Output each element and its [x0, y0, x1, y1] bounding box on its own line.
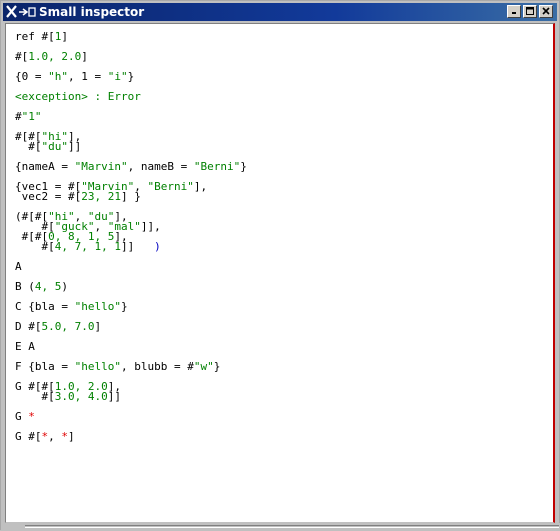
- value-line[interactable]: D #[5.0, 7.0]: [15, 320, 102, 333]
- value-line[interactable]: G #[*, *]: [15, 430, 75, 443]
- syntax-token: ,: [48, 430, 62, 443]
- value-line[interactable]: #"1": [15, 110, 42, 123]
- literal-token: 1.0, 2.0: [28, 50, 82, 63]
- syntax-token: ): [154, 240, 161, 253]
- syntax-token: E A: [15, 340, 35, 353]
- syntax-token: ] }: [120, 190, 141, 203]
- value-line[interactable]: ref #[1]: [15, 30, 68, 43]
- value-line[interactable]: A: [15, 260, 22, 273]
- syntax-token: ]]: [68, 140, 82, 153]
- value-line[interactable]: F {bla = "hello", blubb = #"w"}: [15, 360, 221, 373]
- value-line[interactable]: G *: [15, 410, 35, 423]
- literal-token: "du": [41, 140, 69, 153]
- syntax-token: ]]: [107, 390, 121, 403]
- value-line[interactable]: <exception> : Error: [15, 90, 141, 103]
- resize-edge[interactable]: [25, 525, 559, 528]
- error-token: *: [61, 430, 68, 443]
- value-line[interactable]: #[1.0, 2.0]: [15, 50, 88, 63]
- value-line[interactable]: #[3.0, 4.0]]: [15, 390, 121, 403]
- syntax-token: ],: [193, 180, 208, 193]
- value-line[interactable]: B (4, 5): [15, 280, 68, 293]
- close-button[interactable]: [539, 5, 553, 18]
- syntax-token: ref #[: [15, 30, 55, 43]
- literal-token: "Marvin": [74, 160, 128, 173]
- syntax-token: D #[: [15, 320, 42, 333]
- syntax-token: #[: [15, 390, 55, 403]
- value-line[interactable]: {nameA = "Marvin", nameB = "Berni"}: [15, 160, 247, 173]
- syntax-token: G #[: [15, 430, 42, 443]
- syntax-token: , blubb = #: [120, 360, 194, 373]
- error-token: *: [28, 410, 35, 423]
- value-line[interactable]: E A: [15, 340, 35, 353]
- syntax-token: ]: [61, 30, 68, 43]
- syntax-token: {0 =: [15, 70, 49, 83]
- inspector-content[interactable]: ref #[1] #[1.0, 2.0] {0 = "h", 1 = "i"} <ex…: [5, 23, 555, 523]
- title-bar[interactable]: Small inspector: [3, 3, 557, 21]
- syntax-token: ]]: [120, 240, 155, 253]
- value-line[interactable]: #["du"]]: [15, 140, 82, 153]
- literal-token: "1": [21, 110, 42, 123]
- literal-token: "h": [48, 70, 68, 83]
- window-menu-icon[interactable]: [5, 4, 37, 20]
- value-line[interactable]: C {bla = "hello"}: [15, 300, 128, 313]
- syntax-token: ): [61, 280, 68, 293]
- maximize-button[interactable]: [523, 5, 537, 18]
- syntax-token: vec2 = #[: [15, 190, 82, 203]
- literal-token: "hello": [74, 360, 121, 373]
- literal-token: "hello": [74, 300, 121, 313]
- syntax-token: , nameB =: [127, 160, 194, 173]
- syntax-token: G: [15, 410, 29, 423]
- syntax-token: #: [15, 110, 22, 123]
- syntax-token: #[: [15, 50, 29, 63]
- syntax-token: {nameA =: [15, 160, 75, 173]
- literal-token: 4, 7, 1, 1: [54, 240, 121, 253]
- syntax-token: }: [120, 300, 128, 313]
- syntax-token: #[: [15, 140, 42, 153]
- syntax-token: ]: [81, 50, 88, 63]
- literal-token: 4, 5: [34, 280, 62, 293]
- syntax-token: #[: [15, 240, 55, 253]
- value-line[interactable]: {0 = "h", 1 = "i"}: [15, 70, 135, 83]
- syntax-token: ]: [94, 320, 102, 333]
- syntax-token: F {bla =: [15, 360, 75, 373]
- literal-token: "i": [107, 70, 128, 83]
- value-line[interactable]: #[4, 7, 1, 1]] ): [15, 240, 161, 253]
- literal-token: 5.0, 7.0: [41, 320, 95, 333]
- syntax-token: ]],: [140, 220, 161, 233]
- syntax-token: A: [15, 260, 22, 273]
- inspector-window: Small inspector ref #[1] #[1.0, 2.0] {0 = …: [0, 0, 560, 531]
- syntax-token: }: [127, 70, 135, 83]
- literal-token: <exception> : Error: [15, 90, 141, 103]
- syntax-token: }: [213, 360, 221, 373]
- literal-token: "Berni": [147, 180, 194, 193]
- literal-token: "w": [193, 360, 214, 373]
- minimize-button[interactable]: [507, 5, 521, 18]
- syntax-token: C {bla =: [15, 300, 75, 313]
- literal-token: 23, 21: [81, 190, 121, 203]
- syntax-token: }: [240, 160, 247, 173]
- literal-token: "Berni": [193, 160, 241, 173]
- syntax-token: ]: [68, 430, 75, 443]
- window-title: Small inspector: [39, 5, 145, 19]
- syntax-token: , 1 =: [68, 70, 108, 83]
- literal-token: 3.0, 4.0: [54, 390, 108, 403]
- value-line[interactable]: vec2 = #[23, 21] }: [15, 190, 141, 203]
- syntax-token: B (: [15, 280, 35, 293]
